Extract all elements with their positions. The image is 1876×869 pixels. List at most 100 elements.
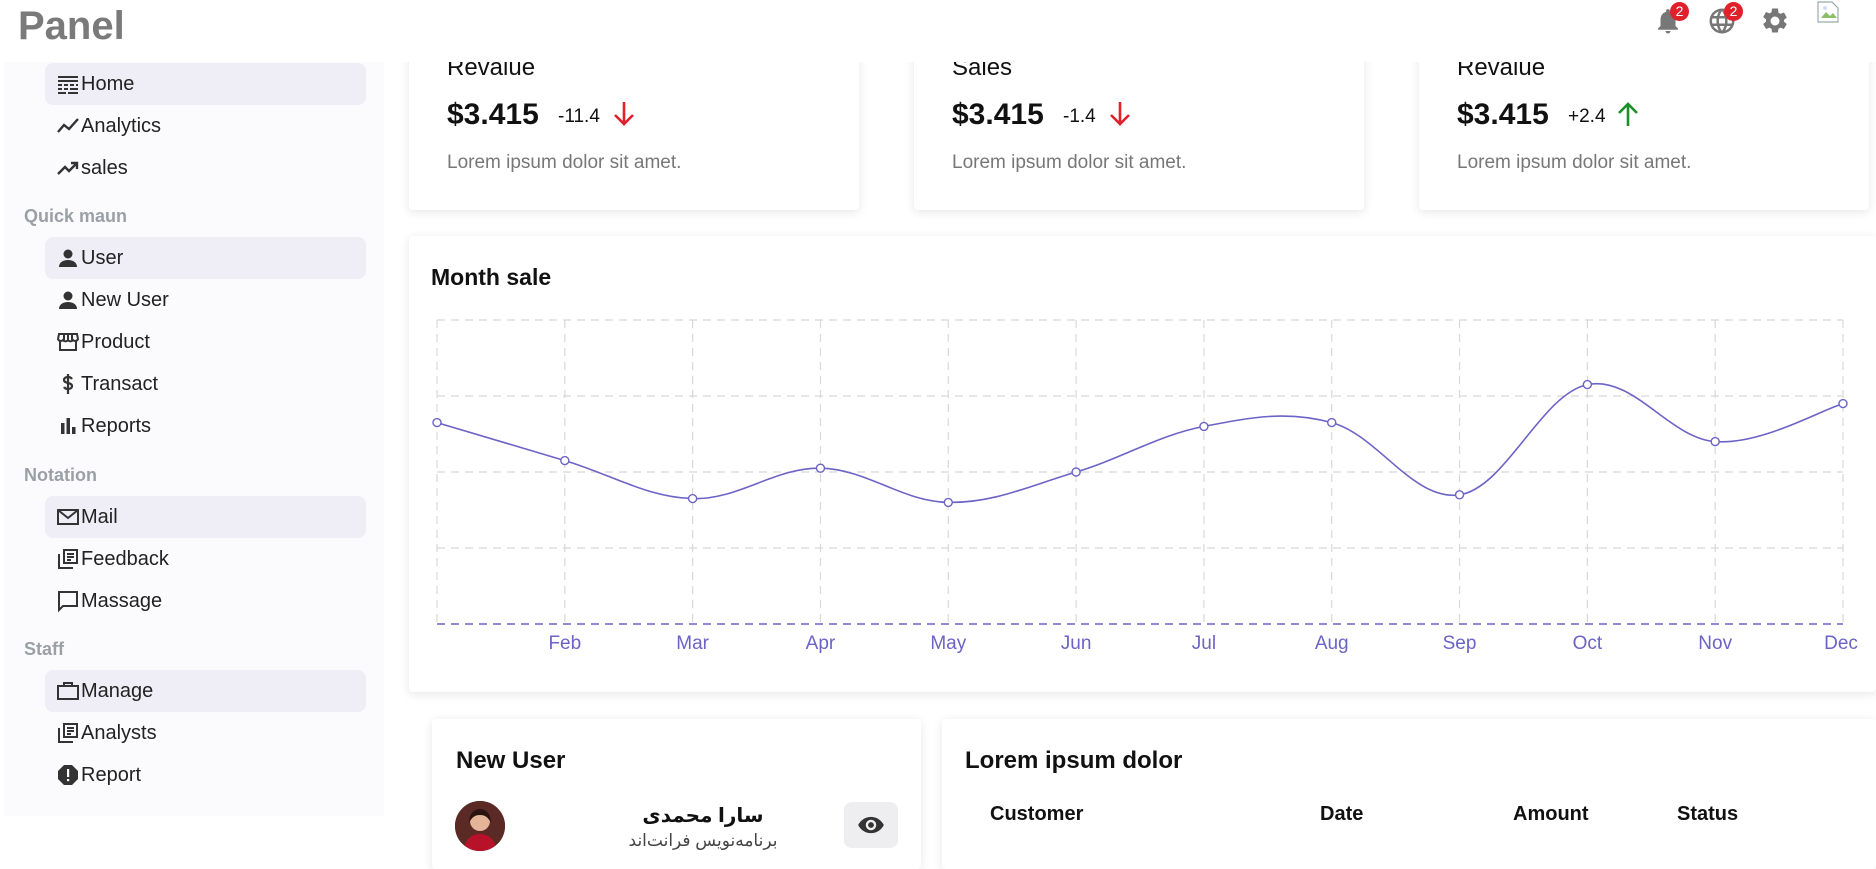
stat-card-sales: Sales $3.415 -1.4 Lorem ipsum dolor sit … [914, 40, 1364, 210]
sidebar-section-title: Quick maun [24, 206, 128, 226]
chart-tick-label: Nov [1698, 633, 1732, 654]
sidebar-item-home[interactable]: Home [45, 63, 366, 105]
view-user-button[interactable] [844, 802, 898, 848]
sidebar-item-report[interactable]: Report [45, 754, 366, 796]
sidebar-item-label: Reports [81, 414, 152, 437]
transactions-title: Lorem ipsum dolor [965, 747, 1183, 774]
sidebar-item-new-user[interactable]: New User [45, 279, 366, 321]
sidebar-item-manage[interactable]: Manage [45, 670, 366, 712]
sidebar: Home Analytics sales Quick maun User New… [4, 62, 384, 816]
top-bar: Panel 2 2 [0, 0, 1876, 62]
chart-point-aug[interactable] [1327, 417, 1337, 428]
chart-point-sep[interactable] [1454, 490, 1465, 500]
new-user-card: New User سارا محمدی برنامه‌نویس فرانت‌ان… [432, 719, 921, 869]
sidebar-item-label: Product [81, 330, 150, 353]
chart-point-oct[interactable] [1582, 379, 1593, 390]
stat-card-revalue-up: Revalue $3.415 +2.4 Lorem ipsum dolor si… [1419, 40, 1869, 210]
stat-card-revalue: Revalue $3.415 -11.4 Lorem ipsum dolor s… [409, 40, 859, 210]
sidebar-item-label: sales [81, 156, 128, 179]
gear-icon[interactable] [1760, 6, 1794, 40]
notification-badge: 2 [1670, 2, 1689, 21]
chart-tick-label: Dec [1824, 633, 1858, 654]
library-icon [55, 546, 81, 572]
stat-desc: Lorem ipsum dolor sit amet. [447, 152, 682, 173]
chart-point-jul[interactable] [1199, 421, 1209, 432]
chart-tick-label: Aug [1315, 633, 1349, 654]
person-icon [55, 245, 81, 271]
sidebar-item-label: Analytics [81, 114, 162, 137]
user-photo [455, 801, 505, 851]
trending-up-icon [55, 155, 81, 181]
sidebar-item-feedback[interactable]: Feedback [45, 538, 366, 580]
stat-value: $3.415 [447, 98, 539, 131]
stat-change: -11.4 [558, 106, 600, 127]
sidebar-section-title: Notation [24, 465, 97, 485]
stat-change: +2.4 [1568, 106, 1606, 127]
new-user-title: New User [456, 747, 566, 774]
dashboard-icon [55, 71, 81, 97]
chart-point-jun[interactable] [1071, 467, 1081, 477]
sidebar-item-label: Report [81, 763, 142, 786]
stat-desc: Lorem ipsum dolor sit amet. [952, 152, 1187, 173]
sidebar-item-mail[interactable]: Mail [45, 496, 366, 538]
sidebar-item-massage[interactable]: Massage [45, 580, 366, 622]
chart-point-nov[interactable] [1710, 436, 1720, 447]
chart-point-may[interactable] [943, 497, 953, 508]
arrow-up-icon [1616, 98, 1644, 132]
chart-point-jan[interactable] [432, 417, 442, 428]
sidebar-item-label: Feedback [81, 547, 169, 570]
app-logo: Panel [18, 4, 125, 48]
mail-icon [55, 504, 81, 530]
column-header-customer: Customer [990, 803, 1084, 825]
transactions-card: Lorem ipsum dolor Customer Date Amount S… [942, 719, 1876, 869]
report-icon [55, 762, 81, 788]
sidebar-item-label: New User [81, 288, 169, 311]
globe-icon[interactable]: 2 [1707, 2, 1743, 40]
chart-point-mar[interactable] [687, 493, 698, 504]
sidebar-item-analytics[interactable]: Analytics [45, 105, 366, 147]
bar-chart-icon [55, 413, 81, 439]
chart-tick-label: Sep [1443, 633, 1477, 654]
sidebar-item-user[interactable]: User [45, 237, 366, 279]
chart-tick-label: Jul [1192, 633, 1216, 654]
sidebar-item-label: Mail [81, 505, 118, 528]
chart-card: Month sale Feb Mar Apr May Jun Jul Aug Sep Oct No… [409, 236, 1876, 692]
sidebar-item-label: Transact [81, 372, 159, 395]
column-header-amount: Amount [1513, 803, 1589, 825]
sidebar-item-label: User [81, 246, 124, 269]
sidebar-item-label: Manage [81, 679, 154, 702]
line-chart: Feb Mar Apr May Jun Jul Aug Sep Oct Nov Dec [432, 319, 1858, 654]
chart-tick-label: Oct [1573, 633, 1603, 654]
arrow-down-icon [612, 98, 640, 132]
chart-tick-label: Apr [806, 633, 836, 654]
bell-icon[interactable]: 2 [1653, 2, 1689, 40]
sidebar-item-sales[interactable]: sales [45, 147, 366, 189]
chart-tick-label: Feb [548, 633, 581, 654]
chart-series-line [436, 382, 1844, 504]
user-job: برنامه‌نویس فرانت‌اند [628, 831, 778, 850]
briefcase-icon [55, 678, 81, 704]
chart-tick-label: Jun [1061, 633, 1092, 654]
stat-desc: Lorem ipsum dolor sit amet. [1457, 152, 1692, 173]
eye-icon [858, 816, 884, 834]
chart-point-feb[interactable] [560, 455, 570, 466]
timeline-icon [55, 113, 81, 139]
sidebar-item-transact[interactable]: Transact [45, 363, 366, 405]
sidebar-item-analysts[interactable]: Analysts [45, 712, 366, 754]
chart-tick-label: Mar [676, 633, 709, 654]
chart-tick-label: May [930, 633, 966, 654]
sidebar-section-title: Staff [24, 639, 64, 659]
sidebar-item-label: Analysts [81, 721, 157, 744]
chat-icon [55, 588, 81, 614]
stat-change: -1.4 [1063, 106, 1096, 127]
chart-point-apr[interactable] [815, 463, 826, 473]
user-avatar[interactable] [1814, 0, 1848, 50]
sidebar-item-product[interactable]: Product [45, 321, 366, 363]
storefront-icon [55, 329, 81, 355]
person-icon [55, 287, 81, 313]
language-badge: 2 [1724, 2, 1743, 21]
sidebar-item-reports[interactable]: Reports [45, 405, 366, 447]
column-header-date: Date [1320, 803, 1364, 825]
stat-value: $3.415 [1457, 98, 1549, 131]
chart-point-dec[interactable] [1838, 398, 1848, 409]
